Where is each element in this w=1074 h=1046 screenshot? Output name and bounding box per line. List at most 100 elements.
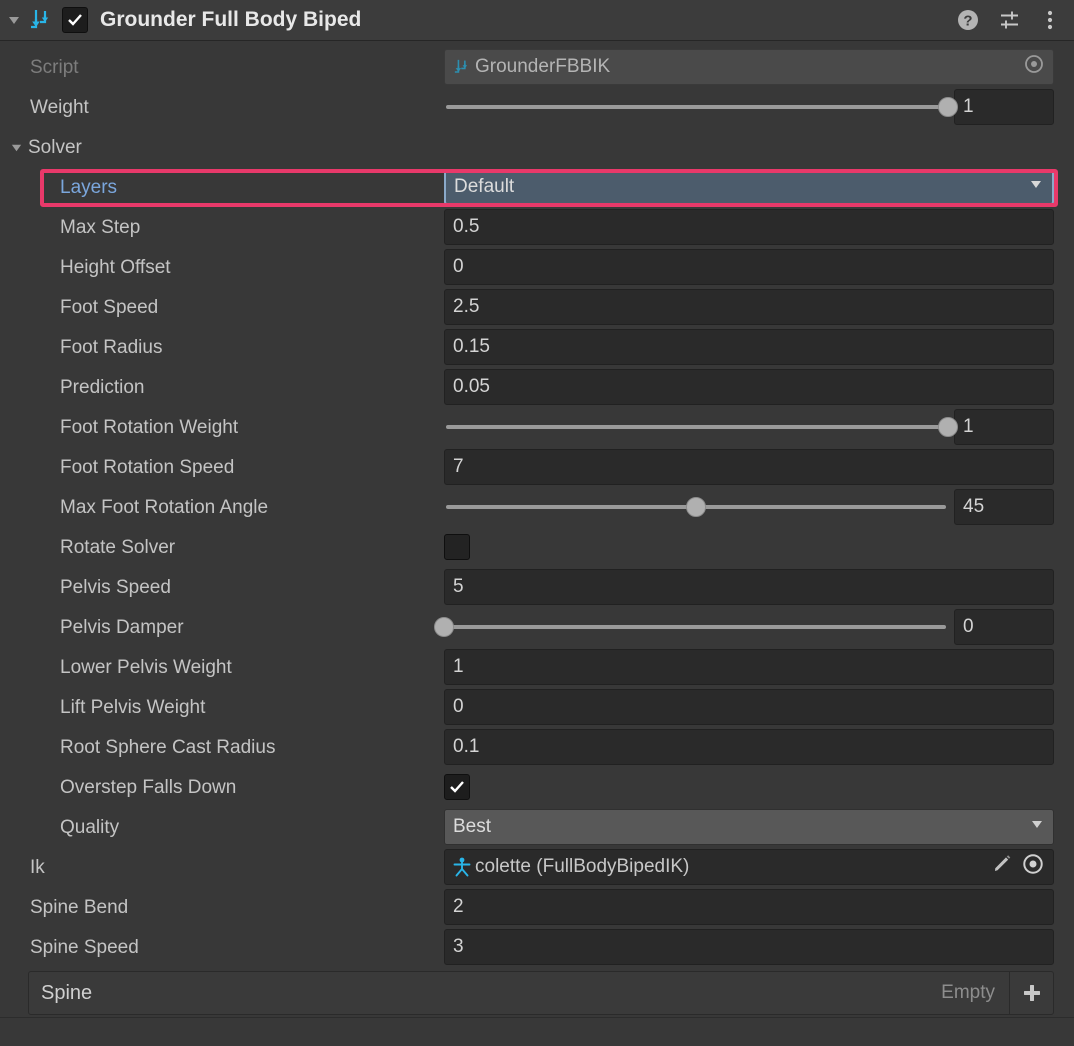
lift-pelvis-weight-input[interactable]: 0 [444,689,1054,725]
prediction-input[interactable]: 0.05 [444,369,1054,405]
field-layers[interactable]: Default [444,169,1054,205]
field-max-step[interactable]: 0.5 [444,209,1054,245]
bottom-divider [0,1017,1074,1018]
row-solver-foldout[interactable]: Solver [0,127,1074,167]
row-pelvis-damper: Pelvis Damper 0 [0,607,1074,647]
overstep-falls-down-checkbox[interactable] [444,774,470,800]
chevron-down-icon [1029,816,1045,838]
label-spine-speed: Spine Speed [30,936,139,958]
max-foot-rotation-angle-input[interactable]: 45 [954,489,1054,525]
label-lower-pelvis-weight: Lower Pelvis Weight [60,656,232,678]
ik-object-field[interactable]: colette (FullBodyBipedIK) [444,849,1054,885]
row-max-step: Max Step 0.5 [0,207,1074,247]
row-weight: Weight 1 [0,87,1074,127]
row-ik: Ik colette (FullBodyBipedIK) [0,847,1074,887]
root-sphere-cast-radius-input[interactable]: 0.1 [444,729,1054,765]
field-foot-rotation-speed[interactable]: 7 [444,449,1054,485]
row-prediction: Prediction 0.05 [0,367,1074,407]
script-value: GrounderFBBIK [475,56,611,77]
field-ik[interactable]: colette (FullBodyBipedIK) [444,849,1054,885]
label-rotate-solver: Rotate Solver [60,536,176,558]
solver-foldout-arrow[interactable] [8,139,24,155]
field-prediction[interactable]: 0.05 [444,369,1054,405]
foot-rotation-weight-slider[interactable] [444,409,958,445]
max-foot-rotation-angle-thumb[interactable] [686,497,706,517]
field-lower-pelvis-weight[interactable]: 1 [444,649,1054,685]
max-step-input[interactable]: 0.5 [444,209,1054,245]
row-script: Script GrounderFBBIK [0,47,1074,87]
foot-rotation-weight-thumb[interactable] [938,417,958,437]
header-icon-group: ? [956,0,1060,40]
row-spine-speed: Spine Speed 3 [0,927,1074,967]
field-lift-pelvis-weight[interactable]: 0 [444,689,1054,725]
field-quality[interactable]: Best [444,809,1054,845]
foot-radius-input[interactable]: 0.15 [444,329,1054,365]
field-script[interactable]: GrounderFBBIK [444,49,1054,85]
max-foot-rotation-angle-slider[interactable] [444,489,948,525]
label-pelvis-speed: Pelvis Speed [60,576,171,598]
spine-list-empty-label: Empty [941,982,995,1003]
row-layers: Layers Default [0,167,1074,207]
spine-speed-input[interactable]: 3 [444,929,1054,965]
label-foot-speed: Foot Speed [60,296,159,318]
ik-field-actions [991,852,1049,882]
pelvis-damper-thumb[interactable] [434,617,454,637]
pelvis-damper-track [446,625,946,629]
foot-rotation-speed-input[interactable]: 7 [444,449,1054,485]
foot-rotation-weight-input[interactable]: 1 [954,409,1054,445]
weight-slider[interactable] [444,89,958,125]
field-root-sphere-cast-radius[interactable]: 0.1 [444,729,1054,765]
field-pelvis-speed[interactable]: 5 [444,569,1054,605]
component-header[interactable]: Grounder Full Body Biped ? [0,0,1074,41]
weight-slider-track [446,105,946,109]
field-foot-speed[interactable]: 2.5 [444,289,1054,325]
pelvis-damper-slider[interactable] [434,609,948,645]
component-foldout-arrow[interactable] [6,12,22,28]
help-icon[interactable]: ? [956,8,980,32]
field-spine-speed[interactable]: 3 [444,929,1054,965]
label-quality: Quality [60,816,120,838]
label-max-step: Max Step [60,216,141,238]
script-object-field[interactable]: GrounderFBBIK [444,49,1054,85]
field-foot-radius[interactable]: 0.15 [444,329,1054,365]
field-spine-bend[interactable]: 2 [444,889,1054,925]
object-picker-icon[interactable] [1023,53,1045,81]
spine-list-add-button[interactable] [1009,972,1053,1014]
pelvis-damper-input[interactable]: 0 [954,609,1054,645]
field-height-offset[interactable]: 0 [444,249,1054,285]
field-overstep-falls-down [444,769,1054,805]
object-picker-icon[interactable] [1021,852,1045,882]
label-pelvis-damper: Pelvis Damper [60,616,184,638]
inspector-body: Script GrounderFBBIK Weight 1 Solver Lay… [0,41,1074,1015]
field-foot-rotation-weight: 1 [444,409,1054,445]
row-foot-rotation-speed: Foot Rotation Speed 7 [0,447,1074,487]
height-offset-input[interactable]: 0 [444,249,1054,285]
more-vertical-icon[interactable] [1040,8,1060,32]
rotate-solver-checkbox[interactable] [444,534,470,560]
component-enabled-checkbox[interactable] [62,7,88,33]
field-weight: 1 [444,89,1054,125]
row-foot-speed: Foot Speed 2.5 [0,287,1074,327]
field-pelvis-damper: 0 [434,609,1054,645]
spine-list-header[interactable]: Spine Empty [28,971,1054,1015]
spine-bend-input[interactable]: 2 [444,889,1054,925]
lower-pelvis-weight-input[interactable]: 1 [444,649,1054,685]
label-spine-bend: Spine Bend [30,896,129,918]
foot-rotation-weight-track [446,425,946,429]
quality-dropdown[interactable]: Best [444,809,1054,845]
label-root-sphere-cast-radius: Root Sphere Cast Radius [60,736,276,758]
label-script: Script [30,56,79,78]
preset-sliders-icon[interactable] [998,8,1022,32]
foot-speed-input[interactable]: 2.5 [444,289,1054,325]
pelvis-speed-input[interactable]: 5 [444,569,1054,605]
row-lift-pelvis-weight: Lift Pelvis Weight 0 [0,687,1074,727]
label-foot-radius: Foot Radius [60,336,163,358]
label-foot-rotation-weight: Foot Rotation Weight [60,416,239,438]
weight-slider-thumb[interactable] [938,97,958,117]
inspector-panel: Grounder Full Body Biped ? Script Ground… [0,0,1074,1046]
fbbik-character-icon [451,856,473,878]
weight-value-input[interactable]: 1 [954,89,1054,125]
layers-dropdown[interactable]: Default [444,169,1054,205]
pencil-edit-icon[interactable] [991,853,1013,881]
row-quality: Quality Best [0,807,1074,847]
